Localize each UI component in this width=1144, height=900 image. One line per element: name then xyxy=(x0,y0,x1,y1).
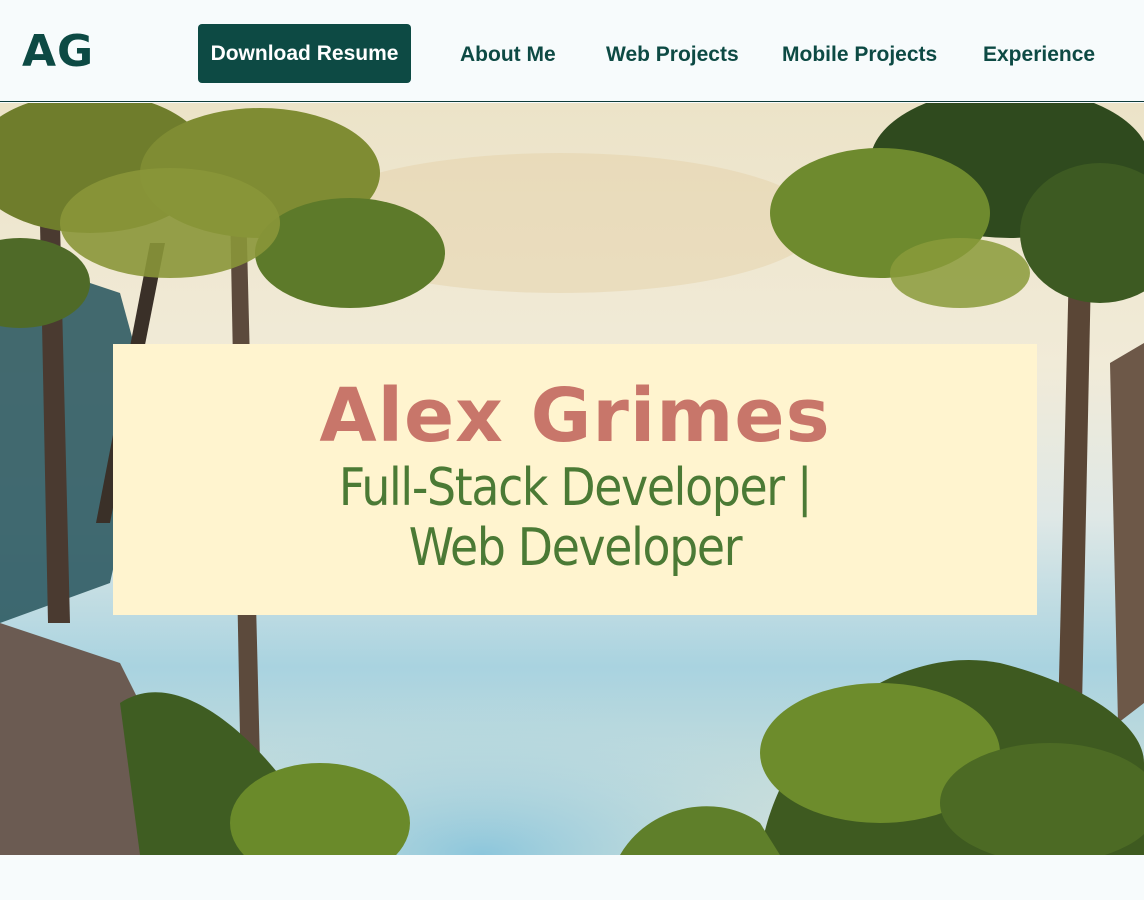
hero-subtitle: Full-Stack Developer | Web Developer xyxy=(338,458,813,578)
nav-link-about-me[interactable]: About Me xyxy=(460,40,556,70)
nav-link-experience[interactable]: Experience xyxy=(983,40,1095,70)
hero-card: Alex Grimes Full-Stack Developer | Web D… xyxy=(113,344,1037,615)
page-bottom-strip xyxy=(0,855,1144,900)
download-resume-button[interactable]: Download Resume xyxy=(198,24,411,83)
nav-link-mobile-projects[interactable]: Mobile Projects xyxy=(782,40,937,70)
hero-name: Alex Grimes xyxy=(319,373,831,459)
logo[interactable]: AG xyxy=(22,26,94,78)
top-navbar: AG Download Resume About Me Web Projects… xyxy=(0,0,1144,102)
nav-link-web-projects[interactable]: Web Projects xyxy=(606,40,739,70)
hero-section: Alex Grimes Full-Stack Developer | Web D… xyxy=(0,103,1144,855)
